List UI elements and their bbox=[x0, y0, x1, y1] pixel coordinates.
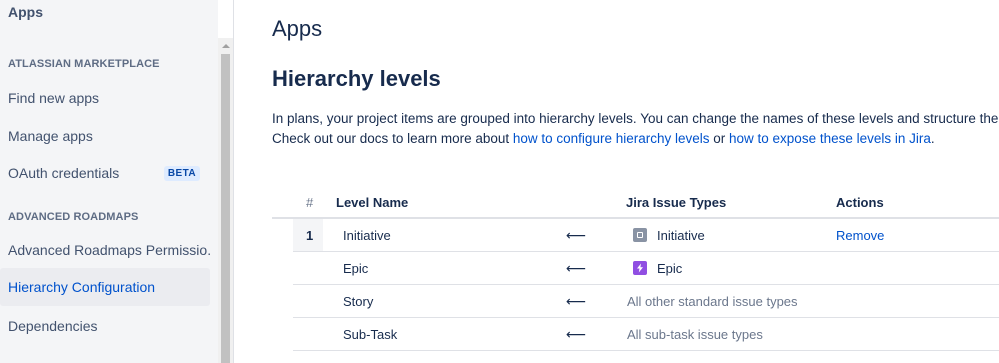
issue-type: Initiative bbox=[633, 219, 705, 251]
table-row: Epic ⟵ Epic bbox=[0, 252, 999, 284]
column-header-index: # bbox=[306, 195, 314, 210]
issue-type-label: Epic bbox=[657, 260, 683, 276]
row-index: 1 bbox=[306, 227, 314, 243]
left-arrow-icon: ⟵ bbox=[566, 325, 587, 342]
left-arrow-icon: ⟵ bbox=[566, 226, 587, 243]
level-name: Sub-Task bbox=[343, 326, 398, 342]
sidebar-item-label: OAuth credentials bbox=[8, 165, 120, 181]
level-name: Story bbox=[343, 293, 374, 309]
left-arrow-icon: ⟵ bbox=[566, 259, 587, 276]
initiative-icon bbox=[633, 228, 647, 242]
remove-link[interactable]: Remove bbox=[836, 228, 884, 243]
sidebar-item-oauth-credentials[interactable]: OAuth credentials BETA bbox=[0, 154, 210, 192]
section-atlassian-marketplace: ATLASSIAN MARKETPLACE bbox=[8, 58, 160, 70]
column-header-issue-types: Jira Issue Types bbox=[626, 195, 727, 210]
page-title: Hierarchy levels bbox=[272, 66, 441, 91]
issue-type-label: All sub-task issue types bbox=[627, 326, 763, 342]
epic-icon bbox=[633, 261, 647, 275]
level-name: Epic bbox=[343, 260, 369, 276]
configure-hierarchy-link[interactable]: how to configure hierarchy levels bbox=[513, 131, 710, 146]
issue-type-label: All other standard issue types bbox=[627, 293, 798, 309]
description-suffix: . bbox=[930, 131, 935, 146]
column-header-actions: Actions bbox=[836, 195, 884, 210]
description-mid: or bbox=[709, 131, 730, 146]
level-name: Initiative bbox=[343, 227, 391, 243]
sidebar-item-manage-apps[interactable]: Manage apps bbox=[0, 117, 210, 155]
expose-levels-link[interactable]: how to expose these levels in Jira bbox=[729, 131, 931, 146]
left-arrow-icon: ⟵ bbox=[566, 292, 587, 309]
apps-heading: Apps bbox=[272, 16, 323, 41]
issue-type: Epic bbox=[633, 252, 682, 284]
remove-button[interactable]: Remove bbox=[836, 219, 884, 251]
sidebar-item-label: Manage apps bbox=[8, 128, 93, 144]
table-row: Sub-Task ⟵ All sub-task issue types bbox=[0, 318, 999, 350]
issue-type-label: Initiative bbox=[657, 227, 705, 243]
description-line-1: In plans, your project items are grouped… bbox=[272, 111, 999, 126]
sidebar-item-label: Find new apps bbox=[8, 90, 100, 106]
beta-badge: BETA bbox=[163, 166, 200, 181]
scroll-up-arrow-icon[interactable] bbox=[218, 38, 233, 54]
description-line-2: Check out our docs to learn more about h… bbox=[272, 131, 935, 146]
table-row: Story ⟵ All other standard issue types bbox=[0, 285, 999, 317]
sidebar-item-find-new-apps[interactable]: Find new apps bbox=[0, 79, 210, 117]
row-divider bbox=[293, 350, 999, 351]
table-row: 1 Initiative ⟵ Initiative Remove bbox=[0, 219, 999, 251]
description-prefix: Check out our docs to learn more about bbox=[272, 131, 513, 146]
column-header-level-name: Level Name bbox=[336, 195, 409, 210]
sidebar-title: Apps bbox=[8, 4, 43, 20]
